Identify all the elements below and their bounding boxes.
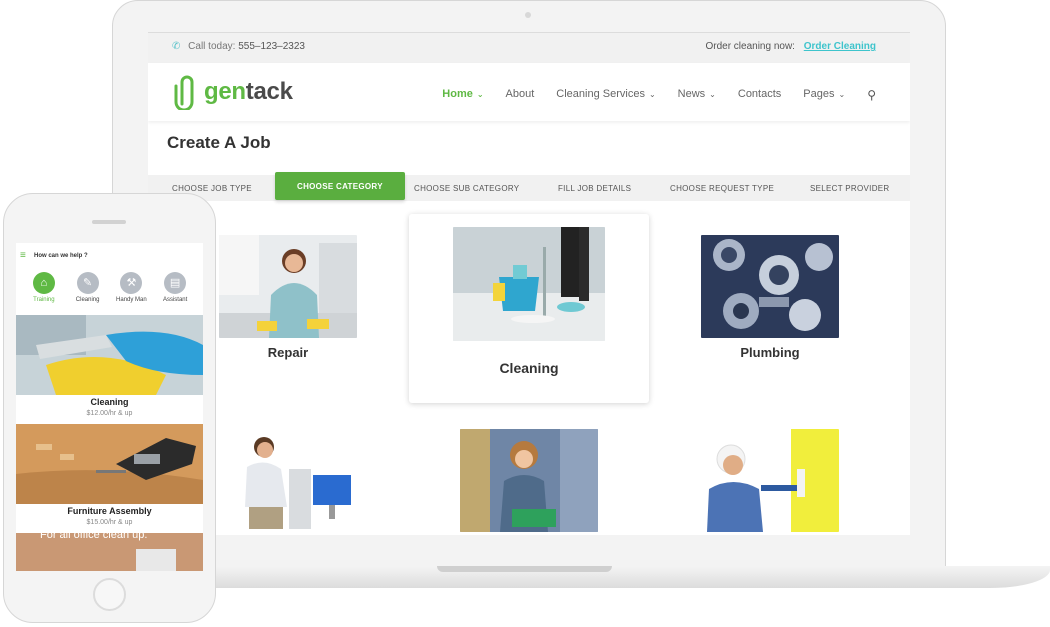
cleaning-service-photo: [16, 315, 203, 395]
phone-number: 555–123–2323: [238, 41, 305, 52]
service-item-furniture-assembly[interactable]: Furniture Assembly $15.00/hr & up: [16, 424, 203, 533]
laptop-notch: [437, 566, 612, 572]
service-price: $12.00/hr & up: [86, 410, 133, 417]
paperclip-icon: ⌂: [32, 272, 55, 294]
phone-home-button[interactable]: [93, 578, 126, 611]
phone-speaker: [92, 220, 126, 224]
nav-contacts[interactable]: Contacts: [738, 88, 781, 102]
order-info: Order cleaning now: Order Cleaning: [705, 41, 876, 52]
page-title: Create A Job: [167, 133, 271, 152]
computer-repair-photo: [219, 429, 357, 532]
chevron-down-icon: ⌄: [838, 90, 846, 99]
call-info: ✆ Call today: 555–123–2323: [172, 41, 305, 52]
category-label: Cleaning: [499, 360, 559, 376]
service-name: Furniture Assembly: [67, 506, 152, 516]
category-card-plumbing[interactable]: Plumbing: [655, 223, 885, 383]
wrench-icon: ⚒: [120, 272, 143, 294]
nav-home[interactable]: Home ⌄: [442, 88, 483, 102]
plumbing-photo: [701, 235, 839, 338]
step-tabs: CHOOSE JOB TYPE CHOOSE CATEGORY CHOOSE S…: [148, 172, 910, 201]
painting-photo: [701, 429, 839, 532]
service-item-cleaning[interactable]: Cleaning $12.00/hr & up: [16, 315, 203, 424]
main-navbar: gentack Home ⌄ About Cleaning Services ⌄ N…: [148, 63, 910, 121]
laptop-screen: ✆ Call today: 555–123–2323 Order cleanin…: [148, 32, 910, 535]
logo-text: gentack: [204, 78, 293, 105]
order-cleaning-link[interactable]: Order Cleaning: [804, 41, 876, 52]
search-icon[interactable]: ⚲: [867, 88, 876, 102]
step-choose-job-type[interactable]: CHOOSE JOB TYPE: [172, 184, 252, 193]
nav-pages[interactable]: Pages ⌄: [803, 88, 845, 102]
phone-category-row: ⌂ Training ✎ Cleaning ⚒ Handy Man ▤ Assi…: [16, 272, 203, 303]
chevron-down-icon: ⌄: [648, 90, 656, 99]
nav-cleaning-services[interactable]: Cleaning Services ⌄: [556, 88, 655, 102]
logo[interactable]: gentack: [174, 74, 293, 110]
category-card-painting[interactable]: [655, 423, 885, 535]
help-heading: How can we help ?: [34, 253, 88, 259]
cleaning-photo: [453, 227, 605, 341]
step-choose-category[interactable]: CHOOSE CATEGORY: [275, 172, 405, 200]
category-card-cleaning[interactable]: Cleaning: [409, 214, 649, 403]
shopping-photo: [460, 429, 598, 532]
clipboard-icon: ▤: [164, 272, 187, 294]
step-fill-job-details[interactable]: FILL JOB DETAILS: [558, 184, 631, 193]
repair-photo: [219, 235, 357, 338]
phone-category-training[interactable]: ⌂ Training: [24, 272, 64, 303]
camera-dot: [525, 12, 531, 18]
step-choose-request-type[interactable]: CHOOSE REQUEST TYPE: [670, 184, 774, 193]
phone-screen: ≡ How can we help ? ⌂ Training ✎ Cleanin…: [16, 243, 203, 571]
step-choose-sub-category[interactable]: CHOOSE SUB CATEGORY: [414, 184, 519, 193]
phone-category-assistant[interactable]: ▤ Assistant: [155, 272, 195, 303]
service-name: Cleaning: [90, 397, 129, 407]
furniture-service-photo: [16, 424, 203, 504]
category-label: Plumbing: [740, 345, 800, 360]
category-card-shopping[interactable]: [414, 423, 644, 535]
spray-icon: ✎: [76, 272, 99, 294]
phone-icon: ✆: [172, 41, 181, 52]
hamburger-menu-icon[interactable]: ≡: [20, 251, 26, 261]
office-overlay-text: For all office clean up.: [40, 529, 148, 541]
phone-category-handy-man[interactable]: ⚒ Handy Man: [111, 272, 151, 303]
order-label: Order cleaning now:: [705, 41, 795, 52]
phone-category-cleaning[interactable]: ✎ Cleaning: [68, 272, 108, 303]
main-nav: Home ⌄ About Cleaning Services ⌄ News ⌄ Con…: [442, 88, 876, 102]
top-bar: ✆ Call today: 555–123–2323 Order cleanin…: [148, 33, 910, 63]
chevron-down-icon: ⌄: [709, 90, 716, 99]
call-label: Call today:: [188, 41, 236, 52]
paperclip-logo-icon: [174, 75, 194, 110]
chevron-down-icon: ⌄: [476, 90, 484, 99]
service-price: $15.00/hr & up: [86, 519, 133, 526]
nav-about[interactable]: About: [506, 88, 535, 102]
step-select-provider[interactable]: SELECT PROVIDER: [810, 184, 889, 193]
nav-news[interactable]: News ⌄: [678, 88, 716, 102]
